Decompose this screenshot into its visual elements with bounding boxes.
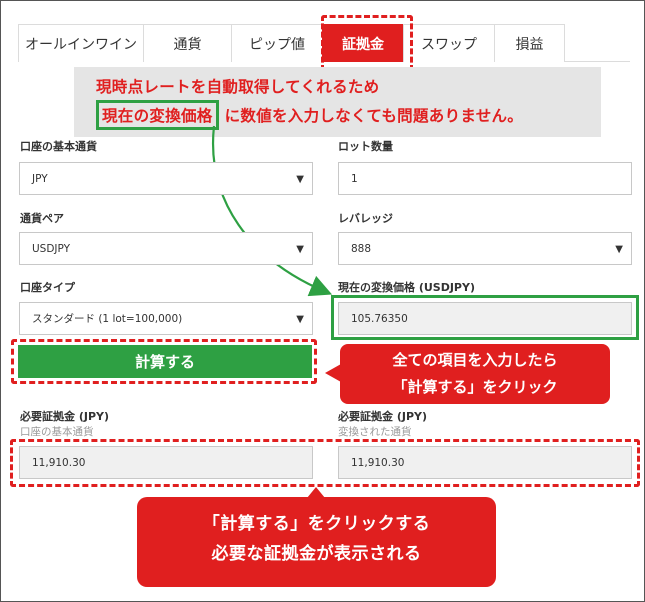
margin-tab-highlight bbox=[321, 15, 413, 71]
lot-label: ロット数量 bbox=[338, 140, 393, 153]
callout-calculate-line1: 全ての項目を入力したら bbox=[392, 351, 558, 369]
margin-label-right: 必要証拠金 (JPY) bbox=[338, 410, 428, 423]
tab-profit-loss[interactable]: 損益 bbox=[494, 24, 565, 62]
chevron-down-icon: ▼ bbox=[296, 314, 304, 325]
tab-pip-value[interactable]: ピップ値 bbox=[231, 24, 323, 62]
currency-pair-label: 通貨ペア bbox=[20, 212, 64, 225]
margin-label-left: 必要証拠金 (JPY) bbox=[20, 410, 110, 423]
currency-pair-value: USDJPY bbox=[32, 242, 71, 255]
account-type-value: スタンダード (1 lot=100,000) bbox=[32, 313, 183, 325]
annotation-top-line2: 現在の変換価格 に数値を入力しなくても問題ありません。 bbox=[96, 100, 523, 130]
currency-pair-select[interactable]: USDJPY ▼ bbox=[19, 232, 313, 265]
tab-currency[interactable]: 通貨 bbox=[143, 24, 232, 62]
account-type-label: 口座タイプ bbox=[20, 281, 75, 294]
callout-result-line2: 必要な証拠金が表示される bbox=[211, 544, 422, 564]
base-currency-select[interactable]: JPY ▼ bbox=[19, 162, 313, 195]
annotation-top-line1: 現時点レートを自動取得してくれるため bbox=[96, 78, 380, 96]
annotation-highlight: 現在の変換価格 bbox=[96, 100, 219, 130]
callout-result-line1: 「計算する」をクリックする bbox=[202, 514, 431, 534]
leverage-value: 888 bbox=[351, 242, 372, 255]
account-type-select[interactable]: スタンダード (1 lot=100,000) ▼ bbox=[19, 302, 313, 335]
callout-result: 「計算する」をクリックする 必要な証拠金が表示される bbox=[137, 497, 496, 587]
results-highlight bbox=[10, 439, 640, 487]
tab-all-in-one[interactable]: オールインワイン bbox=[18, 24, 144, 62]
chevron-down-icon: ▼ bbox=[296, 244, 304, 255]
margin-sublabel-right: 変換された通貨 bbox=[338, 426, 412, 438]
callout-tail bbox=[325, 364, 341, 382]
conversion-rate-label: 現在の変換価格 (USDJPY) bbox=[338, 281, 475, 294]
margin-sublabel-left: 口座の基本通貨 bbox=[20, 426, 94, 438]
callout-calculate: 全ての項目を入力したら 「計算する」をクリック bbox=[340, 344, 610, 404]
lot-input[interactable]: 1 bbox=[338, 162, 632, 195]
chevron-down-icon: ▼ bbox=[296, 174, 304, 185]
calculate-button[interactable]: 計算する bbox=[18, 345, 312, 378]
callout-calculate-line2: 「計算する」をクリック bbox=[392, 378, 558, 396]
chevron-down-icon: ▼ bbox=[615, 244, 623, 255]
leverage-label: レバレッジ bbox=[338, 212, 393, 225]
base-currency-label: 口座の基本通貨 bbox=[20, 140, 97, 153]
leverage-select[interactable]: 888 ▼ bbox=[338, 232, 632, 265]
lot-value: 1 bbox=[351, 172, 358, 185]
base-currency-value: JPY bbox=[32, 172, 48, 185]
tab-swap[interactable]: スワップ bbox=[403, 24, 495, 62]
annotation-top-line2-text: に数値を入力しなくても問題ありません。 bbox=[224, 107, 524, 125]
conversion-rate-highlight bbox=[331, 295, 639, 340]
